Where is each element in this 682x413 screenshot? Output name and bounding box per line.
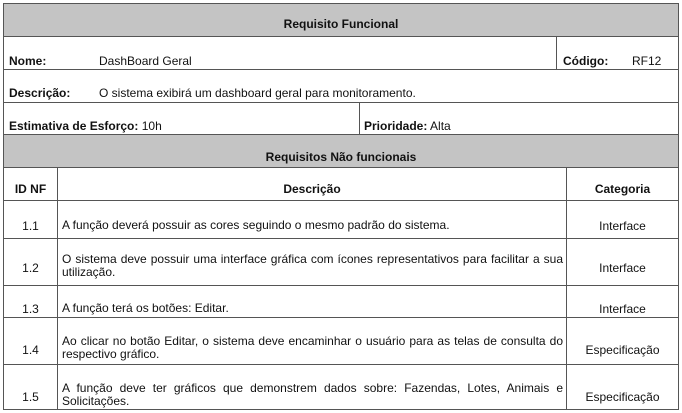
row-descricao: O sistema deve possuir uma interface grá… [57, 239, 566, 285]
table-title: Requisito Funcional [4, 4, 678, 37]
row-descricao: Ao clicar no botão Editar, o sistema dev… [57, 318, 566, 364]
prioridade-value: Alta [430, 119, 451, 133]
codigo-cell: Código: RF12 [556, 37, 678, 69]
table-row: 1.3 A função terá os botões: Editar. Int… [4, 286, 678, 318]
codigo-label: Código: [563, 54, 609, 68]
row-id: 1.4 [22, 343, 39, 357]
estimativa-value: 10h [141, 119, 162, 133]
table-row: 1.1 A função deverá possuir as cores seg… [4, 201, 678, 239]
row-id: 1.2 [22, 261, 39, 275]
prioridade-cell: Prioridade: Alta [359, 103, 678, 134]
nf-column-headers: ID NF Descrição Categoria [4, 168, 678, 201]
descricao-value: O sistema exibirá um dashboard geral par… [99, 86, 416, 100]
nome-cell: Nome: DashBoard Geral [4, 37, 556, 69]
row-categoria: Especificação [566, 365, 678, 409]
col-header-descricao: Descrição [57, 168, 566, 200]
table-title-text: Requisito Funcional [283, 17, 399, 31]
row-id: 1.1 [22, 219, 39, 233]
table-row: 1.4 Ao clicar no botão Editar, o sistema… [4, 318, 678, 365]
estimativa-label: Estimativa de Esforço: [9, 119, 139, 133]
col-header-categoria: Categoria [566, 168, 678, 200]
descricao-row: Descrição: O sistema exibirá um dashboar… [4, 70, 678, 103]
nf-section-title-text: Requisitos Não funcionais [265, 150, 417, 164]
nome-row: Nome: DashBoard Geral Código: RF12 [4, 37, 678, 70]
estimativa-cell: Estimativa de Esforço: 10h [4, 103, 359, 134]
row-categoria: Interface [566, 286, 678, 317]
row-descricao: A função deverá possuir as cores seguind… [57, 201, 566, 238]
prioridade-label: Prioridade: [364, 119, 428, 133]
nf-section-title: Requisitos Não funcionais [4, 135, 678, 168]
row-categoria: Interface [566, 201, 678, 238]
row-descricao: A função terá os botões: Editar. [57, 286, 566, 317]
row-id: 1.3 [22, 302, 39, 316]
nome-label: Nome: [9, 54, 47, 68]
table-row: 1.5 A função deve ter gráficos que demon… [4, 365, 678, 409]
requirements-table: Requisito Funcional Nome: DashBoard Gera… [3, 3, 679, 410]
codigo-value: RF12 [632, 54, 662, 68]
row-descricao: A função deve ter gráficos que demonstre… [57, 365, 566, 409]
row-id: 1.5 [22, 390, 39, 404]
estimativa-row: Estimativa de Esforço: 10h Prioridade: A… [4, 103, 678, 135]
descricao-label: Descrição: [9, 86, 71, 100]
row-categoria: Especificação [566, 318, 678, 364]
table-row: 1.2 O sistema deve possuir uma interface… [4, 239, 678, 286]
row-categoria: Interface [566, 239, 678, 285]
col-header-id: ID NF [14, 182, 47, 196]
nome-value: DashBoard Geral [99, 54, 192, 68]
